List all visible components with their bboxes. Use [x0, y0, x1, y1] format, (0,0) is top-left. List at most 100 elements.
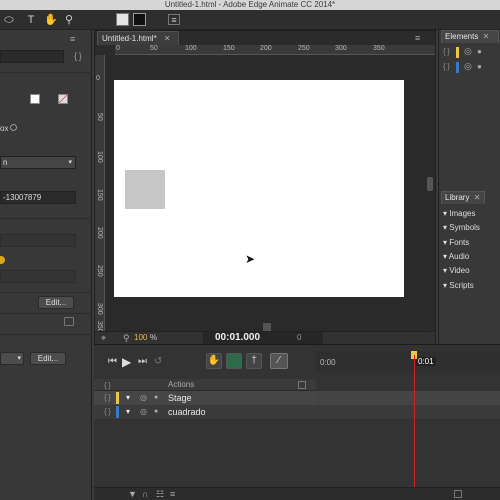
canvas-area[interactable]: ➤ [105, 55, 433, 333]
code-braces-icon[interactable]: { } [104, 391, 111, 405]
timeline-row-stage[interactable]: { } ▾ ◎ ● Stage [94, 391, 316, 405]
close-icon[interactable]: ✕ [164, 34, 171, 43]
element-id-field[interactable]: -13007879 [0, 191, 76, 204]
disabled-field-2 [0, 270, 76, 283]
expand-arrow-icon[interactable]: ▾ [126, 405, 130, 419]
lock-dot-icon[interactable]: ● [154, 391, 158, 405]
color-tag [456, 62, 459, 73]
auto-keyframe-icon[interactable] [226, 353, 242, 369]
add-action-icon[interactable] [298, 381, 306, 389]
lock-dot-icon[interactable]: ● [477, 62, 482, 71]
timeline-track-cuadrado[interactable] [316, 405, 500, 419]
timeline-row-cuadrado[interactable]: { } ▾ ◎ ● cuadrado [94, 405, 316, 419]
library-item-label: Symbols [449, 223, 480, 232]
tab-library[interactable]: Library ✕ [441, 191, 485, 204]
pin-icon[interactable]: ✋ [206, 353, 222, 369]
cuadrado-rectangle[interactable] [125, 170, 165, 209]
library-panel: Library ✕ ▾ Images ▾ Symbols ▾ Fonts ▾ A… [438, 190, 500, 344]
library-item-images[interactable]: ▾ Images [439, 207, 500, 221]
code-braces-icon[interactable]: { } [74, 51, 82, 61]
fill-color-swatch[interactable] [116, 13, 129, 26]
chevron-down-icon: ▾ [17, 355, 21, 362]
timeline-ruler[interactable]: 0:00 0:01 [316, 351, 500, 373]
library-item-audio[interactable]: ▾ Audio [439, 250, 500, 264]
library-item-video[interactable]: ▾ Video [439, 264, 500, 278]
play-icon[interactable]: ▶ [122, 355, 131, 369]
lock-dot-icon[interactable]: ● [154, 405, 158, 419]
go-to-end-icon[interactable]: ⏭ [138, 356, 147, 367]
options-icon[interactable]: ≡ [170, 489, 175, 499]
element-row-stage[interactable]: { } ◎ ● [439, 45, 500, 59]
visibility-eye-icon[interactable]: ◎ [464, 61, 472, 72]
playhead-line[interactable] [414, 355, 415, 500]
ruler-tick-label: 50 [150, 45, 158, 52]
border-color-chip[interactable] [58, 94, 68, 104]
current-time[interactable]: 00:01.000 [215, 332, 260, 343]
edit-button-2[interactable]: Edit... [30, 352, 66, 365]
library-item-fonts[interactable]: ▾ Fonts [439, 236, 500, 250]
visibility-eye-icon[interactable]: ◎ [140, 405, 147, 419]
expand-arrow-icon[interactable]: ▾ [126, 391, 130, 405]
library-item-label: Video [449, 266, 470, 275]
edit-button[interactable]: Edit... [38, 296, 74, 309]
zoom-value[interactable]: 100 [134, 333, 147, 342]
zoom-fit-icon[interactable] [454, 490, 462, 498]
ellipse-tool-icon[interactable]: ⬭ [2, 13, 16, 27]
library-item-symbols[interactable]: ▾ Symbols [439, 221, 500, 235]
grid-toggle-icon[interactable]: ≡ [168, 14, 180, 25]
timeline-track-stage[interactable] [316, 391, 500, 405]
overflow-dropdown[interactable]: n ▾ [0, 156, 76, 169]
time-display: 00:01.000 0 [203, 332, 323, 344]
stroke-color-swatch[interactable] [133, 13, 146, 26]
ruler-tick-label: 300 [96, 303, 103, 315]
document-tab[interactable]: Untitled-1.html* ✕ [97, 31, 179, 45]
easing-icon[interactable]: ∕ [270, 353, 288, 369]
loop-icon[interactable]: ↺ [154, 356, 162, 367]
panel-menu-icon[interactable]: ≡ [415, 33, 420, 43]
visibility-eye-icon[interactable]: ◎ [464, 46, 472, 57]
ruler-tick-label: 150 [96, 189, 103, 201]
color-tag [456, 47, 459, 58]
time-label-start: 0:00 [320, 358, 336, 367]
panel-menu-icon[interactable]: ≡ [70, 34, 75, 44]
stage-canvas[interactable]: ➤ [114, 80, 404, 297]
library-item-scripts[interactable]: ▾ Scripts [439, 279, 500, 293]
ruler-tick-label: 100 [96, 151, 103, 163]
element-row-cuadrado[interactable]: { } ◎ ● [439, 60, 500, 74]
code-braces-icon[interactable]: { } [443, 47, 450, 56]
camera-icon[interactable] [64, 317, 74, 326]
lock-dot-icon[interactable]: ● [477, 47, 482, 56]
disabled-field [0, 234, 76, 247]
ruler-vertical: 0 50 100 150 200 250 300 350 [95, 55, 105, 333]
code-braces-icon[interactable]: { } [104, 405, 111, 419]
toolbar: ⬭ T ✋ ⚲ ≡ [0, 10, 500, 30]
zoom-tool-icon[interactable]: ⚲ [62, 13, 76, 27]
close-icon[interactable]: ✕ [474, 193, 481, 202]
dropdown-button[interactable]: ▾ [0, 352, 24, 365]
filter-icon[interactable]: ▼ [128, 489, 137, 499]
ruler-tick-label: 100 [185, 45, 197, 52]
vertical-scrollbar-thumb[interactable] [427, 177, 433, 191]
grid-icon[interactable]: ☷ [156, 489, 164, 500]
frame-number: 0 [297, 333, 302, 342]
horizontal-scrollbar-thumb[interactable] [263, 323, 271, 331]
properties-panel: ≡ { } ox n ▾ -13007879 Edit... ▾ Edit... [0, 30, 92, 500]
text-tool-icon[interactable]: T [24, 13, 38, 27]
hand-tool-icon[interactable]: ✋ [44, 13, 58, 27]
fill-color-chip[interactable] [30, 94, 40, 104]
close-icon[interactable]: ✕ [483, 32, 490, 41]
tab-elements[interactable]: Elements ✕ [441, 30, 499, 43]
checkbox-toggle[interactable] [10, 124, 17, 131]
timeline-controls: ⏮ ▶ ⏭ ↺ ✋ † ∕ [94, 351, 314, 373]
playhead-time-label[interactable]: 0:01 [416, 357, 436, 366]
keyframe-diamond-icon[interactable] [0, 256, 5, 264]
visibility-eye-icon[interactable]: ◎ [140, 391, 147, 405]
dropdown-value: n [3, 158, 8, 167]
element-name-field[interactable] [0, 50, 64, 63]
go-to-start-icon[interactable]: ⏮ [108, 356, 117, 367]
magnet-icon[interactable]: ∩ [142, 489, 148, 499]
code-braces-icon[interactable]: { } [443, 62, 450, 71]
pin-toggle-icon[interactable]: † [246, 353, 262, 369]
crosshair-icon[interactable]: ⌖ [101, 333, 106, 344]
stage-panel: Untitled-1.html* ✕ ≡ 0 50 100 150 200 25… [94, 30, 436, 344]
